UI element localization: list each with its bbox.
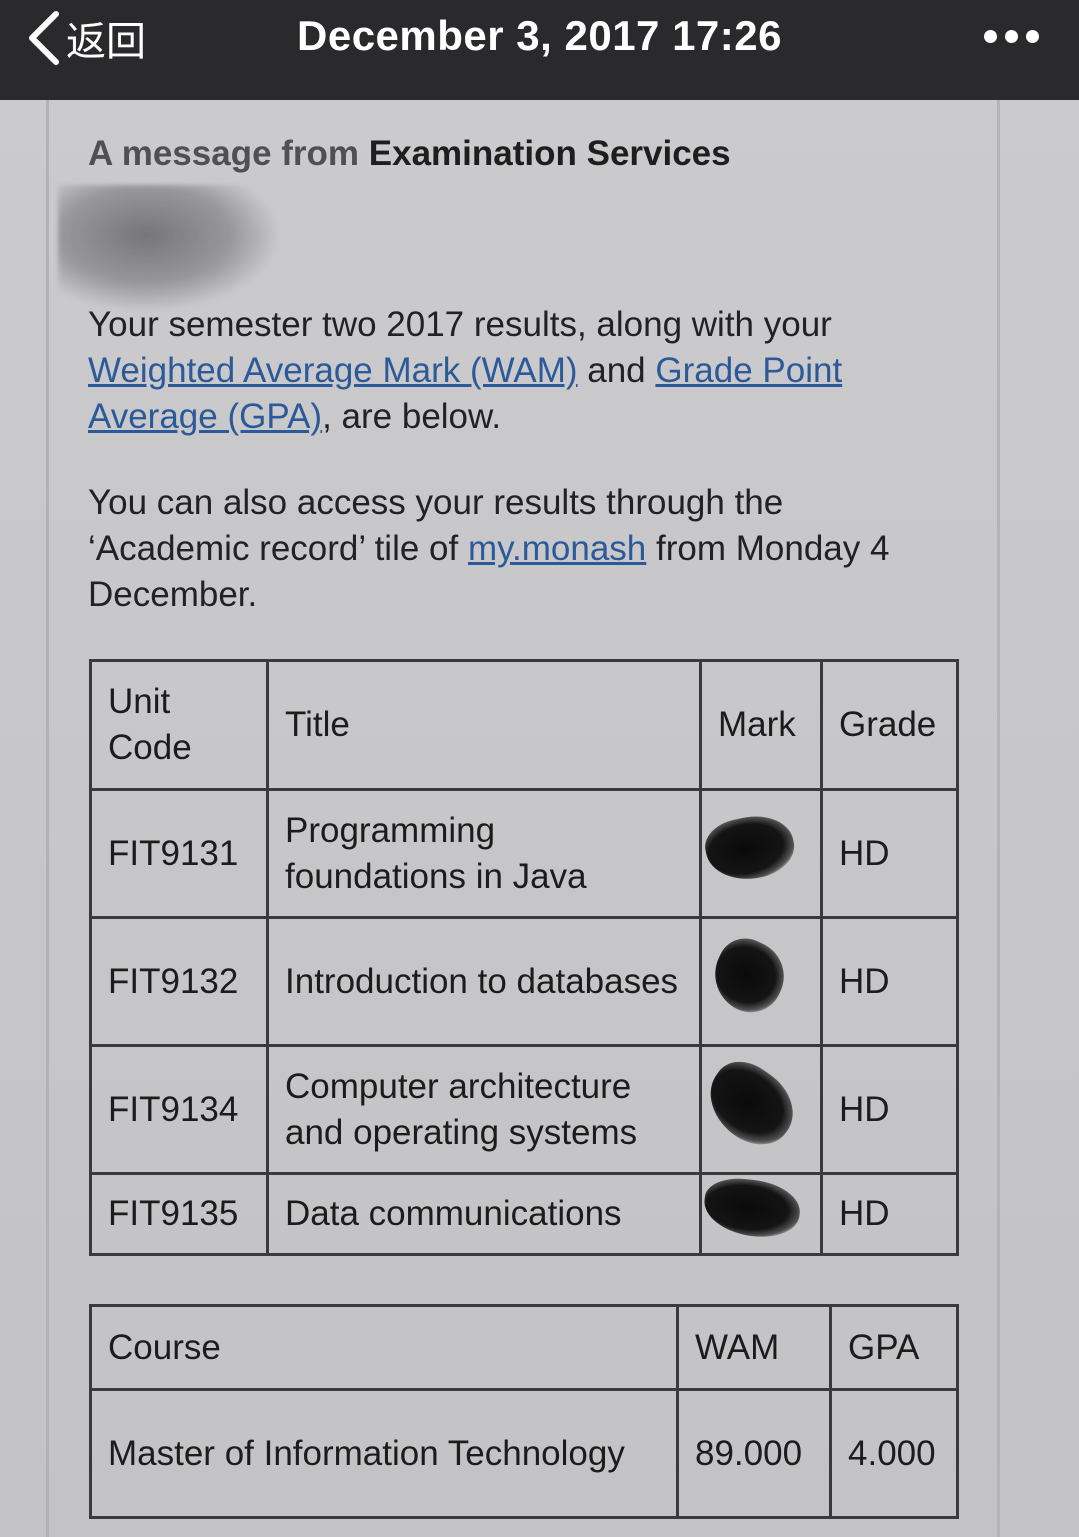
paper-edge-right [997,100,1000,1537]
gpa-value: 4.000 [829,1388,959,1519]
unit-code: FIT9132 [89,916,269,1047]
wam-value: 89.000 [676,1388,832,1519]
heading-prefix: A message from [88,134,369,173]
unit-title: Computer architecture and operating syst… [266,1044,702,1175]
table-row: Master of Information Technology 89.000 … [89,1388,959,1519]
header-mark: Mark [699,659,823,791]
mark-cell [699,1172,823,1256]
redacted-mark [701,1175,803,1241]
top-nav-bar: 返回 December 3, 2017 17:26 [0,0,1079,100]
results-table: Unit Code Title Mark Grade FIT9131 Progr… [89,659,959,1256]
grade: HD [820,1172,959,1256]
dot-icon [1026,30,1039,43]
dot-icon [1005,30,1018,43]
unit-code: FIT9131 [89,788,269,919]
mark-cell [694,1044,823,1175]
redacted-name-smudge [58,185,278,310]
wam-link[interactable]: Weighted Average Mark (WAM) [88,351,578,390]
paper-edge-left [46,100,49,1537]
table-row: FIT9132 Introduction to databases HD [89,916,959,1047]
unit-code: FIT9134 [89,1044,269,1175]
table-row: FIT9135 Data communications HD [89,1172,959,1256]
table-row: FIT9134 Computer architecture and operat… [89,1044,959,1175]
para1-start: Your semester two 2017 results, along wi… [88,305,832,344]
email-heading: A message from Examination Services [88,134,731,174]
nav-title: December 3, 2017 17:26 [297,12,782,59]
dot-icon [984,30,997,43]
summary-header-row: Course WAM GPA [89,1304,959,1391]
results-header-row: Unit Code Title Mark Grade [89,659,959,791]
unit-title: Introduction to databases [266,916,702,1047]
redacted-mark [694,1049,808,1158]
para1-and: and [577,351,656,390]
unit-title: Data communications [266,1172,702,1256]
header-wam: WAM [676,1304,832,1391]
redacted-mark [700,808,800,887]
redacted-mark [702,928,796,1023]
mark-cell [699,788,823,919]
mark-cell [699,916,823,1047]
my-monash-link[interactable]: my.monash [468,529,646,568]
header-unit-code: Unit Code [89,659,269,791]
header-gpa: GPA [829,1304,959,1391]
unit-code: FIT9135 [89,1172,269,1256]
access-results-paragraph: You can also access your results through… [88,480,948,618]
grade: HD [820,1044,959,1175]
unit-title: Programming foundations in Java [266,788,702,919]
table-row: FIT9131 Programming foundations in Java … [89,788,959,919]
para1-end: , are below. [322,397,502,436]
more-options-icon[interactable] [984,30,1039,43]
grade: HD [820,788,959,919]
course-summary-table: Course WAM GPA Master of Information Tec… [89,1304,959,1519]
course-name: Master of Information Technology [89,1388,679,1519]
grade: HD [820,916,959,1047]
header-grade: Grade [820,659,959,791]
heading-sender: Examination Services [368,134,731,173]
header-title: Title [266,659,702,791]
results-intro-paragraph: Your semester two 2017 results, along wi… [88,302,948,440]
header-course: Course [89,1304,679,1391]
